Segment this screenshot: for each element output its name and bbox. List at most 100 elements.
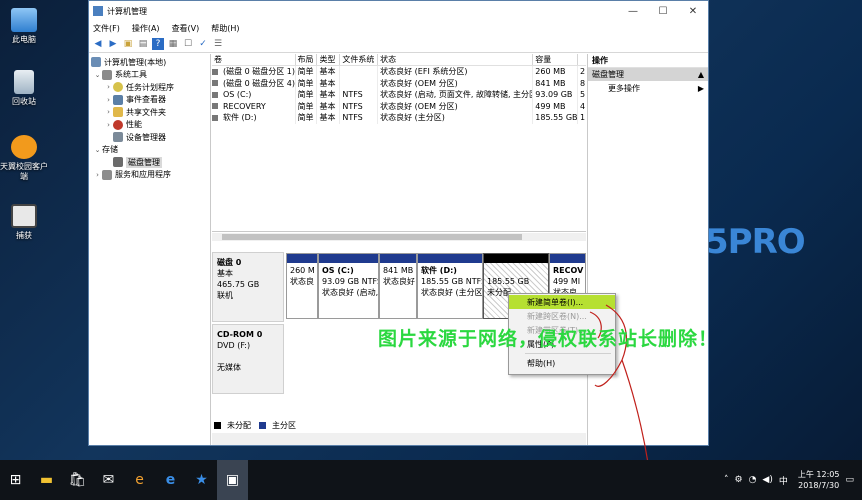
show-hide-tree-icon[interactable]: ▤	[137, 38, 149, 50]
tree-item-computer-management[interactable]: 计算机管理(本地)	[89, 56, 210, 69]
tree-item-shared-folders[interactable]: › 共享文件夹	[89, 106, 210, 119]
chevron-right-icon[interactable]: ›	[104, 83, 113, 91]
chevron-right-icon[interactable]: ›	[104, 121, 113, 129]
close-button[interactable]: ✕	[678, 6, 708, 17]
tree-item-performance[interactable]: › 性能	[89, 119, 210, 132]
browser-icon[interactable]: e	[124, 460, 155, 500]
legend: 未分配 主分区	[212, 420, 296, 431]
wifi-icon[interactable]: ◔	[749, 475, 757, 485]
table-row[interactable]: (磁盘 0 磁盘分区 1) 简单 基本 状态良好 (EFI 系统分区) 260 MB 2	[212, 66, 586, 78]
computer-management-taskbar-icon[interactable]: ▣	[217, 460, 248, 500]
partition-efi[interactable]: 260 M 状态良	[286, 253, 318, 319]
desktop-icon-tianyi[interactable]: 天翼校园客户端	[0, 135, 48, 182]
desktop-icon-capture[interactable]: 捕获	[0, 204, 48, 241]
help-icon[interactable]: ?	[152, 37, 164, 50]
disk-management-pane: 卷 布局 类型 文件系统 状态 容量 (磁盘 0 磁盘分区 1) 简单 基本 状态良好…	[212, 54, 586, 445]
disk-name: 磁盘 0	[217, 258, 242, 267]
chevron-right-icon[interactable]: ›	[104, 96, 113, 104]
disk-0-label[interactable]: 磁盘 0 基本 465.75 GB 联机	[212, 252, 284, 322]
desktop-icon-label: 回收站	[12, 97, 36, 106]
legend-primary: 主分区	[272, 421, 296, 430]
notification-icon[interactable]: ▭	[845, 475, 854, 485]
column-header-type[interactable]: 类型	[317, 54, 341, 65]
up-folder-icon[interactable]: ▣	[122, 38, 134, 50]
list-view-icon[interactable]: ☰	[212, 38, 224, 50]
graph-scrollbar[interactable]	[212, 433, 586, 445]
menu-view[interactable]: 查看(V)	[172, 23, 200, 34]
title-bar[interactable]: 计算机管理 — ☐ ✕	[89, 1, 708, 21]
table-row[interactable]: RECOVERY 简单 基本 NTFS 状态良好 (OEM 分区) 499 MB 4	[212, 100, 586, 112]
chevron-right-icon[interactable]: ›	[104, 108, 113, 116]
tree-item-storage[interactable]: ⌄ 存储	[89, 144, 210, 157]
recycle-bin-icon	[14, 70, 34, 94]
actions-pane: 操作 磁盘管理 ▲ 更多操作 ▶	[587, 54, 708, 445]
language-indicator[interactable]: 中	[779, 474, 788, 487]
chevron-right-icon[interactable]: ›	[93, 171, 102, 179]
app-tray-icon[interactable]: ⚙	[734, 475, 742, 485]
chevron-down-icon[interactable]: ⌄	[93, 146, 102, 154]
cdrom-media: 无媒体	[217, 363, 241, 372]
desktop-brand-text: 5PRO	[705, 222, 806, 262]
back-arrow-icon[interactable]: ◀	[92, 38, 104, 50]
column-header-capacity[interactable]: 容量	[533, 54, 579, 65]
volume-drive-icon	[212, 80, 218, 87]
watermark-text: 图片来源于网络，侵权联系站长删除！	[378, 328, 719, 350]
column-header-filesystem[interactable]: 文件系统	[340, 54, 379, 65]
minimize-button[interactable]: —	[618, 6, 648, 17]
maximize-button[interactable]: ☐	[648, 6, 678, 17]
mail-icon[interactable]: ✉	[93, 460, 124, 500]
table-cell: 1	[580, 113, 586, 123]
cdrom-0-label[interactable]: CD-ROM 0 DVD (F:) 无媒体	[212, 324, 284, 394]
navigation-tree: 计算机管理(本地) ⌄ 系统工具 › 任务计划程序 › 事件查看器 › 共享文件…	[89, 54, 211, 445]
table-row[interactable]: 软件 (D:) 简单 基本 NTFS 状态良好 (主分区) 185.55 GB 1	[212, 112, 586, 124]
edge-icon[interactable]: e	[155, 460, 186, 500]
menu-new-simple-volume[interactable]: 新建简单卷(I)...	[509, 295, 615, 309]
shared-folder-icon	[113, 107, 123, 118]
tree-item-system-tools[interactable]: ⌄ 系统工具	[89, 69, 210, 82]
collapse-up-icon[interactable]: ▲	[698, 70, 704, 79]
menu-new-spanned-volume[interactable]: 新建跨区卷(N)...	[509, 309, 615, 323]
desktop-icon-recycle-bin[interactable]: 回收站	[0, 70, 48, 107]
capture-image-icon	[11, 204, 37, 228]
unallocated-swatch	[214, 422, 221, 429]
tree-item-task-scheduler[interactable]: › 任务计划程序	[89, 81, 210, 94]
start-windows-icon[interactable]: ⊞	[0, 460, 31, 500]
clock[interactable]: 上午 12:05 2018/7/30	[798, 469, 840, 491]
forward-arrow-icon[interactable]: ▶	[107, 38, 119, 50]
store-icon[interactable]: 🛍	[62, 460, 93, 500]
actions-section-disk-management[interactable]: 磁盘管理 ▲	[588, 68, 708, 81]
tree-item-disk-management[interactable]: 磁盘管理	[89, 156, 210, 169]
scrollbar-thumb[interactable]	[222, 234, 522, 240]
partition-oem[interactable]: 841 MB 状态良好	[379, 253, 417, 319]
desktop-icon-this-pc[interactable]: 此电脑	[0, 8, 48, 45]
volume-icon[interactable]: ◀)	[762, 475, 772, 485]
tianyi-client-icon	[11, 135, 37, 159]
tree-item-services-apps[interactable]: › 服务和应用程序	[89, 169, 210, 182]
file-explorer-icon[interactable]: ▬	[31, 460, 62, 500]
properties-icon[interactable]: ☐	[182, 38, 194, 50]
column-header-volume[interactable]: 卷	[212, 54, 296, 65]
partition-d[interactable]: 软件 (D:) 185.55 GB NTFS 状态良好 (主分区	[417, 253, 483, 319]
tree-item-device-manager[interactable]: 设备管理器	[89, 131, 210, 144]
menu-help[interactable]: 帮助(H)	[211, 23, 239, 34]
console-icon[interactable]: ▦	[167, 38, 179, 50]
tree-item-event-viewer[interactable]: › 事件查看器	[89, 94, 210, 107]
menu-help[interactable]: 帮助(H)	[509, 356, 615, 370]
app-star-icon[interactable]: ★	[186, 460, 217, 500]
chevron-down-icon[interactable]: ⌄	[93, 71, 102, 79]
menu-file[interactable]: 文件(F)	[93, 23, 120, 34]
chevron-up-icon[interactable]: ˄	[724, 475, 729, 485]
volume-list-scrollbar[interactable]	[212, 233, 586, 241]
partition-c[interactable]: OS (C:) 93.09 GB NTFS 状态良好 (启动,	[318, 253, 379, 319]
menu-action[interactable]: 操作(A)	[132, 23, 160, 34]
event-viewer-icon	[113, 94, 123, 105]
table-row[interactable]: (磁盘 0 磁盘分区 4) 简单 基本 状态良好 (OEM 分区) 841 MB 8	[212, 77, 586, 89]
disk-management-icon	[113, 157, 123, 168]
column-header-status[interactable]: 状态	[378, 54, 534, 65]
column-header-layout[interactable]: 布局	[296, 54, 318, 65]
column-header-extra[interactable]	[578, 54, 586, 65]
table-cell: 841 MB	[533, 77, 579, 89]
more-actions[interactable]: 更多操作 ▶	[588, 81, 708, 95]
table-row[interactable]: OS (C:) 简单 基本 NTFS 状态良好 (启动, 页面文件, 故障转储, 主分区…	[212, 89, 586, 101]
check-icon[interactable]: ✓	[197, 38, 209, 50]
